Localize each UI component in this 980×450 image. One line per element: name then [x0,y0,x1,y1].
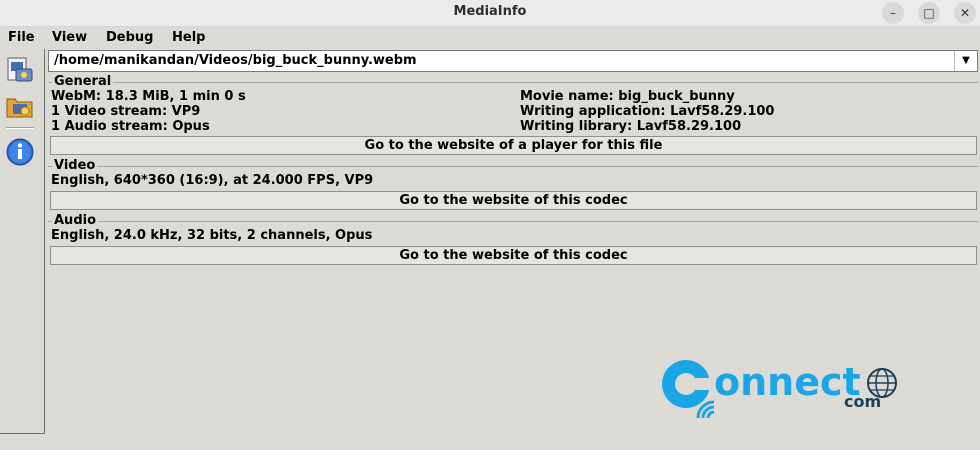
general-info-line: 1 Audio stream: Opus [51,119,210,134]
video-title: Video [52,158,98,173]
file-path-value: /home/manikandan/Videos/big_buck_bunny.w… [54,53,417,68]
toolbar [0,49,45,434]
general-info-line: WebM: 18.3 MiB, 1 min 0 s [51,89,246,104]
open-file-icon[interactable] [4,55,36,85]
minimize-icon[interactable]: – [882,2,904,24]
close-icon[interactable]: ✕ [954,2,976,24]
menu-help[interactable]: Help [172,30,205,45]
player-website-button[interactable]: Go to the website of a player for this f… [50,136,977,155]
toolbar-separator [6,127,34,129]
menu-bar: File View Debug Help [0,27,980,48]
maximize-icon[interactable]: □ [918,2,940,24]
video-codec-website-button[interactable]: Go to the website of this codec [50,191,977,210]
general-info-line: Writing library: Lavf58.29.100 [520,119,742,134]
audio-title: Audio [52,213,99,228]
general-info-line: Movie name: big_buck_bunny [520,89,735,104]
general-info-line: 1 Video stream: VP9 [51,104,201,119]
general-title: General [52,74,114,89]
watermark-text: onnect [714,360,861,404]
audio-codec-website-button[interactable]: Go to the website of this codec [50,246,977,265]
general-info-line: Writing application: Lavf58.29.100 [520,104,775,119]
menu-debug[interactable]: Debug [106,30,153,45]
dropdown-arrow-icon[interactable]: ▼ [954,51,977,71]
window-title: MediaInfo [453,4,527,19]
file-path-combo[interactable]: /home/manikandan/Videos/big_buck_bunny.w… [48,50,978,72]
video-info-line: English, 640*360 (16:9), at 24.000 FPS, … [51,173,374,188]
title-bar: MediaInfo – □ ✕ [0,0,980,27]
open-folder-icon[interactable] [4,91,36,121]
menu-view[interactable]: View [52,30,87,45]
watermark-logo: onnect com [652,358,902,424]
menu-file[interactable]: File [8,30,35,45]
audio-info-line: English, 24.0 kHz, 32 bits, 2 channels, … [51,228,373,243]
watermark-domain: com [844,392,882,411]
info-icon[interactable] [4,137,36,167]
